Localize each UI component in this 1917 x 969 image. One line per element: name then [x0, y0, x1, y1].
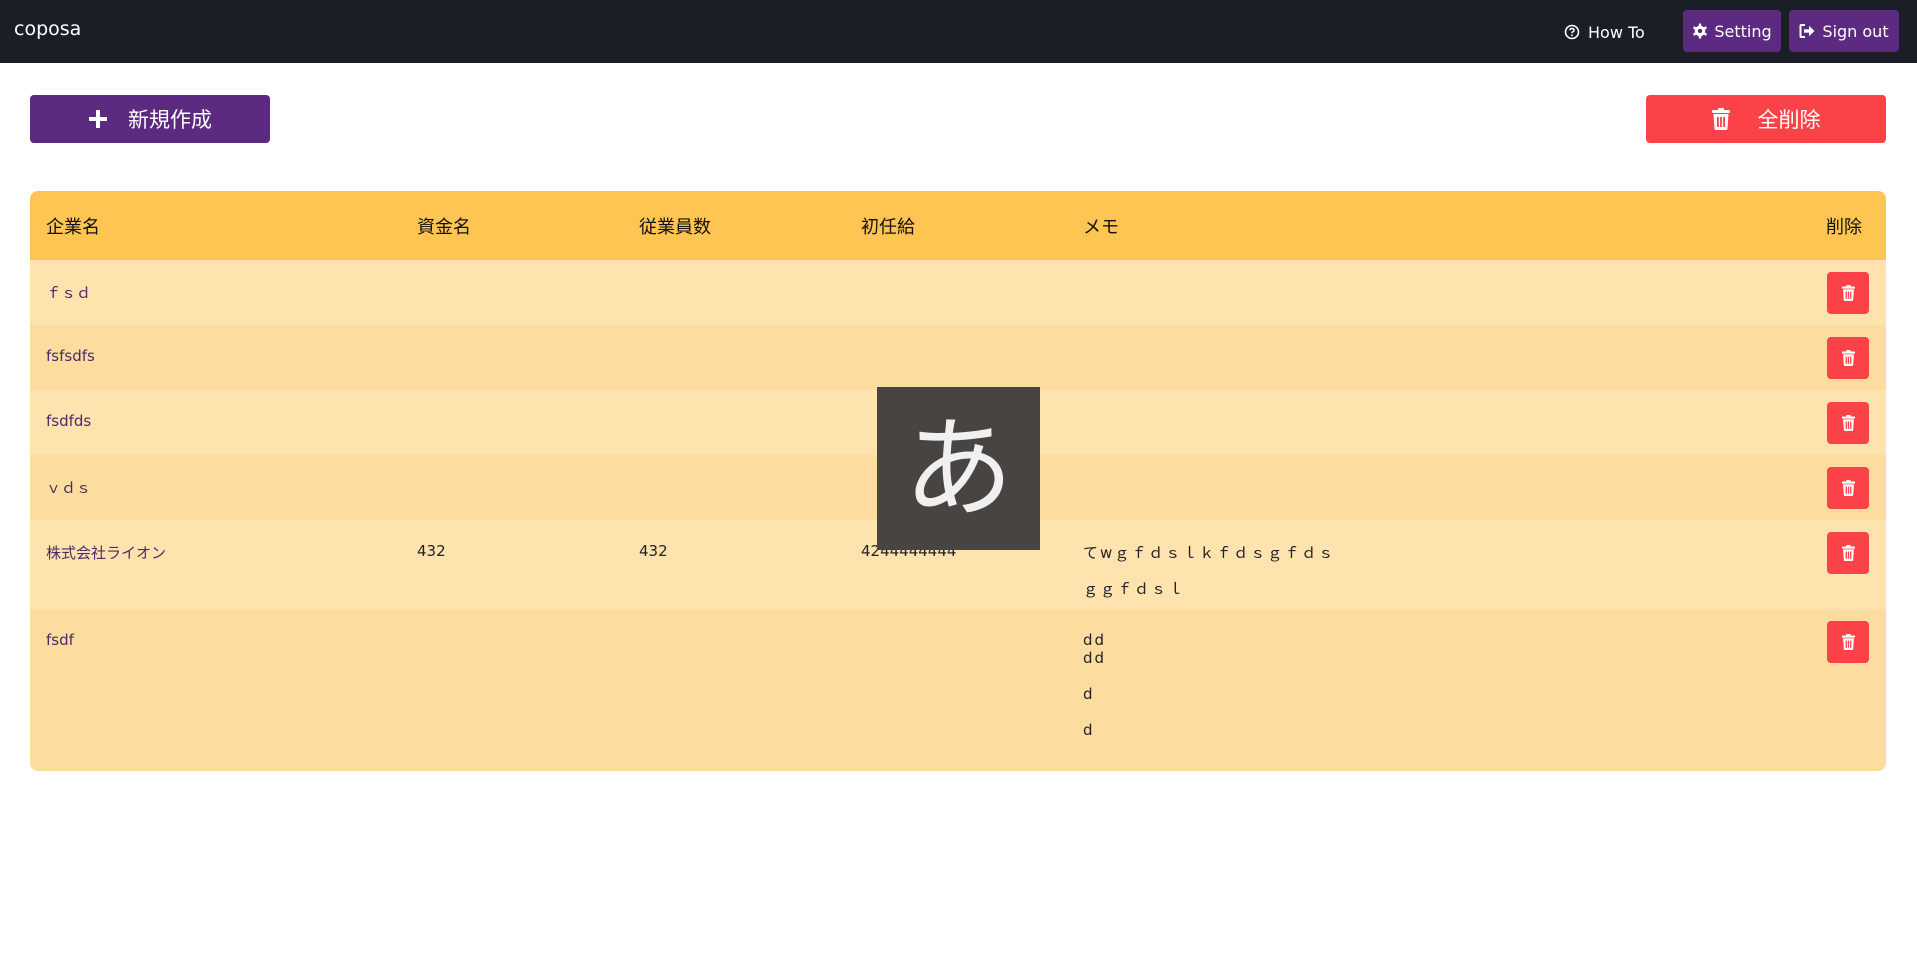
- table-header: 企業名 資金名 従業員数 初任給 メモ 削除: [30, 191, 1886, 260]
- row-delete-button[interactable]: [1827, 272, 1869, 314]
- memo-line: [1083, 703, 1106, 721]
- row-delete-button[interactable]: [1827, 621, 1869, 663]
- trash-icon: [1841, 480, 1855, 496]
- row-delete-button[interactable]: [1827, 532, 1869, 574]
- trash-icon: [1841, 350, 1855, 366]
- delete-all-label: 全削除: [1757, 108, 1821, 132]
- cell-memo: てwｇｆｄｓｌｋｆｄｓｇｆｄｓ ｇｇｆｄｓｌ: [1083, 542, 1335, 614]
- cell-company[interactable]: ｖｄｓ: [46, 477, 91, 498]
- cell-company[interactable]: fsdf: [46, 631, 74, 649]
- row-delete-button[interactable]: [1827, 337, 1869, 379]
- create-new-label: 新規作成: [128, 108, 212, 132]
- header-salary: 初任給: [861, 217, 915, 238]
- cell-capital: 432: [417, 542, 446, 560]
- howto-link[interactable]: How To: [1564, 19, 1645, 45]
- header-company: 企業名: [46, 217, 100, 238]
- cell-company[interactable]: fsfsdfs: [46, 347, 95, 365]
- setting-button[interactable]: Setting: [1683, 10, 1781, 52]
- memo-line: d: [1083, 721, 1095, 739]
- sign-out-icon: [1799, 24, 1815, 38]
- memo-line: てwｇｆｄｓｌｋｆｄｓｇｆｄｓ: [1083, 544, 1336, 562]
- ime-mode-indicator: あ: [877, 387, 1040, 550]
- memo-line: dd: [1083, 631, 1107, 649]
- question-circle-icon: [1564, 24, 1580, 40]
- row-delete-button[interactable]: [1827, 402, 1869, 444]
- signout-label: Sign out: [1822, 21, 1889, 41]
- howto-label: How To: [1588, 22, 1645, 42]
- memo-line: d: [1083, 685, 1095, 703]
- memo-line: [1083, 667, 1106, 685]
- cell-company[interactable]: fsdfds: [46, 412, 91, 430]
- trash-icon: [1711, 108, 1730, 130]
- trash-icon: [1841, 634, 1855, 650]
- create-new-button[interactable]: 新規作成: [30, 95, 270, 143]
- cell-memo: dd dd d d: [1083, 631, 1106, 739]
- header-memo: メモ: [1083, 217, 1119, 238]
- trash-icon: [1841, 545, 1855, 561]
- table-row: fsdf dd dd d d: [30, 609, 1886, 771]
- table-row: ｆｓｄ: [30, 260, 1886, 325]
- delete-all-button[interactable]: 全削除: [1646, 95, 1886, 143]
- cell-company[interactable]: ｆｓｄ: [46, 282, 91, 303]
- setting-label: Setting: [1714, 21, 1772, 41]
- trash-icon: [1841, 285, 1855, 301]
- trash-icon: [1841, 415, 1855, 431]
- top-navbar: coposa How To Setting Sign out: [0, 0, 1917, 63]
- signout-button[interactable]: Sign out: [1789, 10, 1899, 52]
- row-delete-button[interactable]: [1827, 467, 1869, 509]
- header-employees: 従業員数: [639, 217, 711, 238]
- table-row: fsfsdfs: [30, 325, 1886, 390]
- header-delete: 削除: [1826, 217, 1862, 238]
- plus-icon: [89, 110, 107, 128]
- brand-logo[interactable]: coposa: [14, 18, 81, 40]
- header-capital: 資金名: [417, 217, 471, 238]
- memo-line: dd: [1083, 649, 1107, 667]
- gear-icon: [1693, 23, 1708, 39]
- cell-employees: 432: [639, 542, 668, 560]
- cell-company[interactable]: 株式会社ライオン: [46, 542, 166, 563]
